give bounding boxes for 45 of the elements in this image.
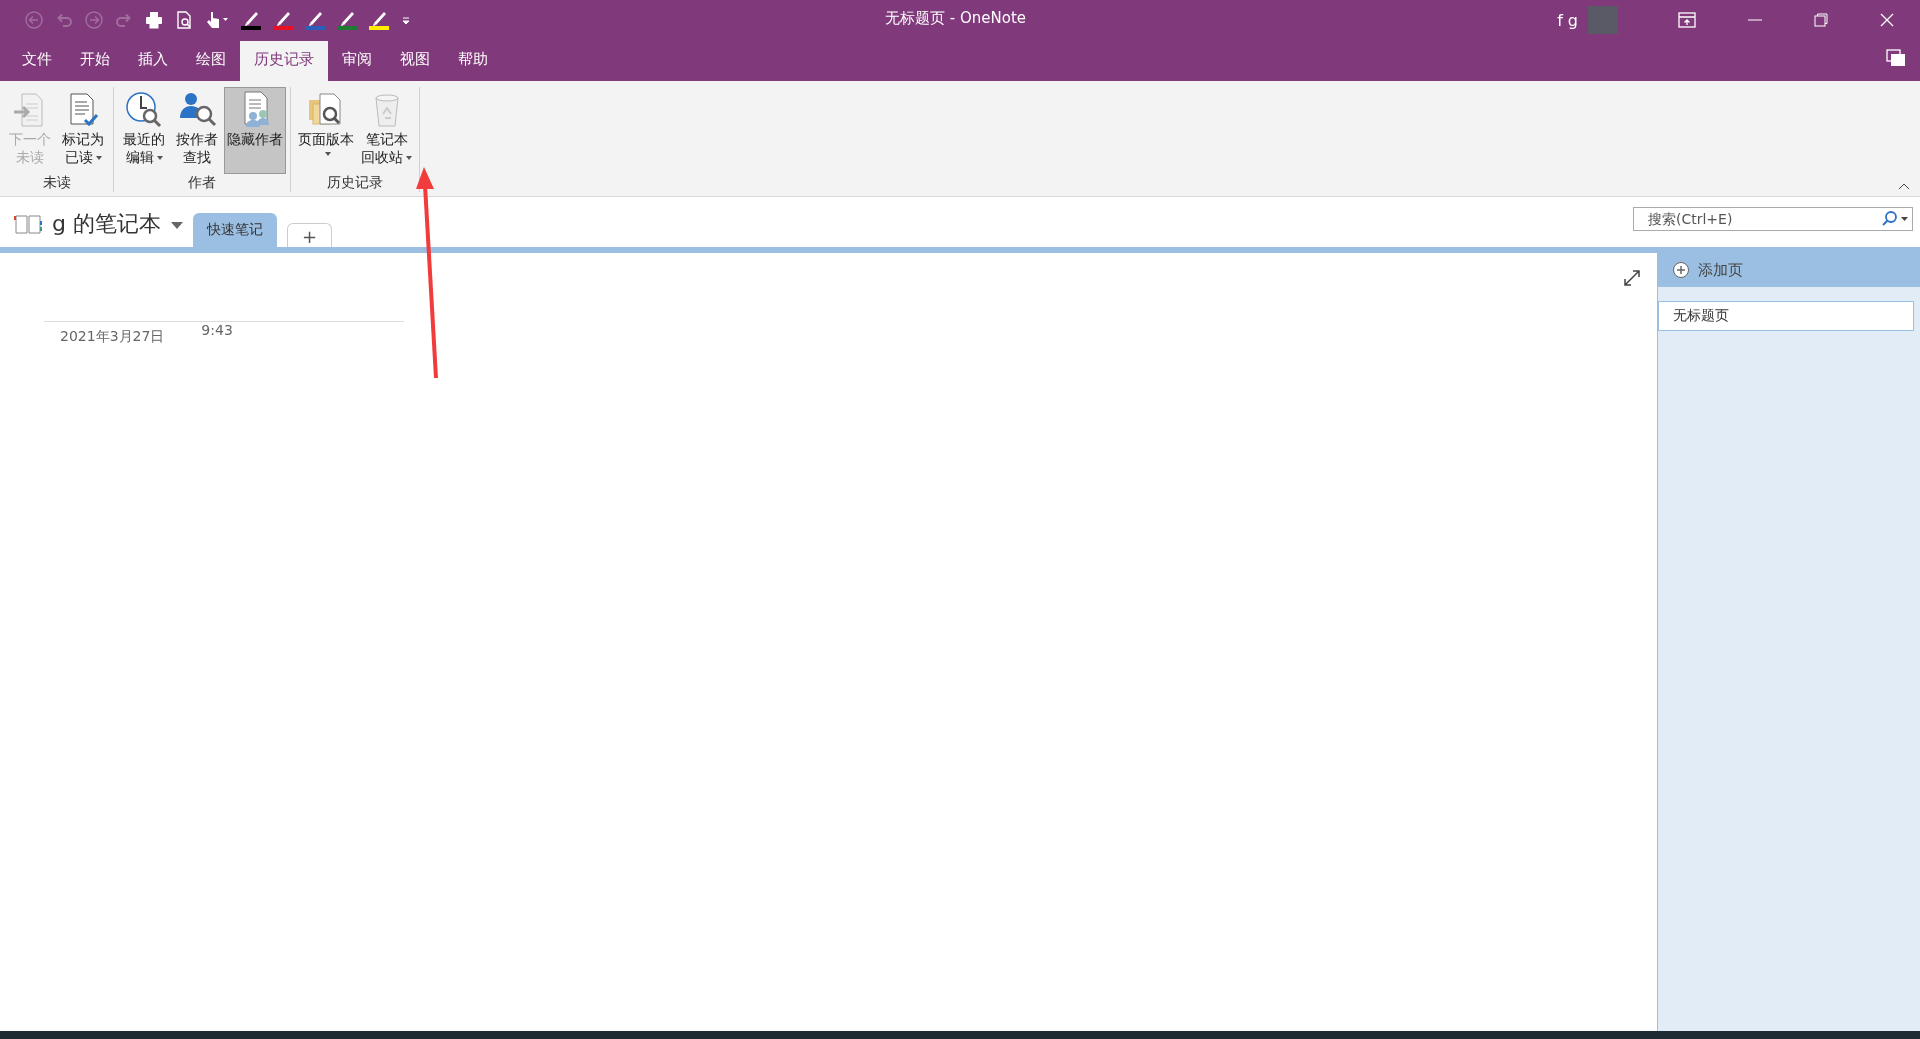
display-mode-icon[interactable] <box>1678 12 1696 28</box>
menu-tab[interactable]: 绘图 <box>182 41 240 81</box>
printer-icon[interactable] <box>144 10 164 30</box>
clock-search-icon <box>124 90 164 130</box>
close-icon[interactable] <box>1880 13 1894 27</box>
collapse-ribbon-icon[interactable] <box>1898 183 1910 190</box>
menu-tab[interactable]: 审阅 <box>328 41 386 81</box>
ribbon-button[interactable]: 笔记本 回收站 <box>358 87 415 174</box>
page-list-item[interactable]: 无标题页 <box>1658 301 1914 331</box>
ribbon-button[interactable]: 页面版本 <box>295 87 357 174</box>
page-time: 9:43 <box>201 322 233 340</box>
menu-tab[interactable]: 开始 <box>66 41 124 81</box>
page-date: 2021年3月27日 <box>60 328 165 346</box>
ribbon-button[interactable]: 标记为 已读 <box>57 87 109 174</box>
pen-icon[interactable] <box>336 10 358 30</box>
menu-tab[interactable]: 插入 <box>124 41 182 81</box>
user-name: f g <box>1557 10 1578 30</box>
ribbon-button[interactable]: 按作者 查找 <box>171 87 223 174</box>
menu-tab[interactable]: 帮助 <box>444 41 502 81</box>
notebook-selector[interactable]: g 的笔记本 <box>52 209 183 239</box>
pen-icon[interactable] <box>368 10 390 30</box>
add-page-button[interactable]: 添加页 <box>1658 253 1920 287</box>
search-field[interactable]: 搜索(Ctrl+E) <box>1633 207 1913 231</box>
pen-icon[interactable] <box>272 10 294 30</box>
add-section-tab[interactable]: + <box>286 223 333 247</box>
ribbon-button[interactable]: 隐藏作者 <box>224 87 286 174</box>
pen-icon[interactable] <box>304 10 326 30</box>
notebook-icon[interactable] <box>14 213 42 235</box>
search-icon[interactable] <box>1881 211 1909 227</box>
print-preview-icon[interactable] <box>174 10 194 30</box>
menu-tab[interactable]: 文件 <box>8 41 66 81</box>
ribbon-button[interactable]: 最近的 编辑 <box>118 87 170 174</box>
expand-icon[interactable] <box>1623 269 1641 287</box>
window-title: 无标题页 - OneNote <box>885 9 1026 28</box>
pen-icon[interactable] <box>240 10 262 30</box>
hand-icon[interactable] <box>204 10 230 30</box>
section-tab[interactable]: 快速笔记 <box>192 213 277 247</box>
plus-circle-icon <box>1672 261 1690 279</box>
menu-tab[interactable]: 历史记录 <box>240 41 328 81</box>
menu-tab[interactable]: 视图 <box>386 41 444 81</box>
group-label: 未读 <box>42 174 71 192</box>
restore-icon[interactable] <box>1814 13 1828 27</box>
group-label: 历史记录 <box>327 174 383 192</box>
windows-icon[interactable] <box>1886 49 1906 67</box>
group-label: 作者 <box>188 174 216 192</box>
